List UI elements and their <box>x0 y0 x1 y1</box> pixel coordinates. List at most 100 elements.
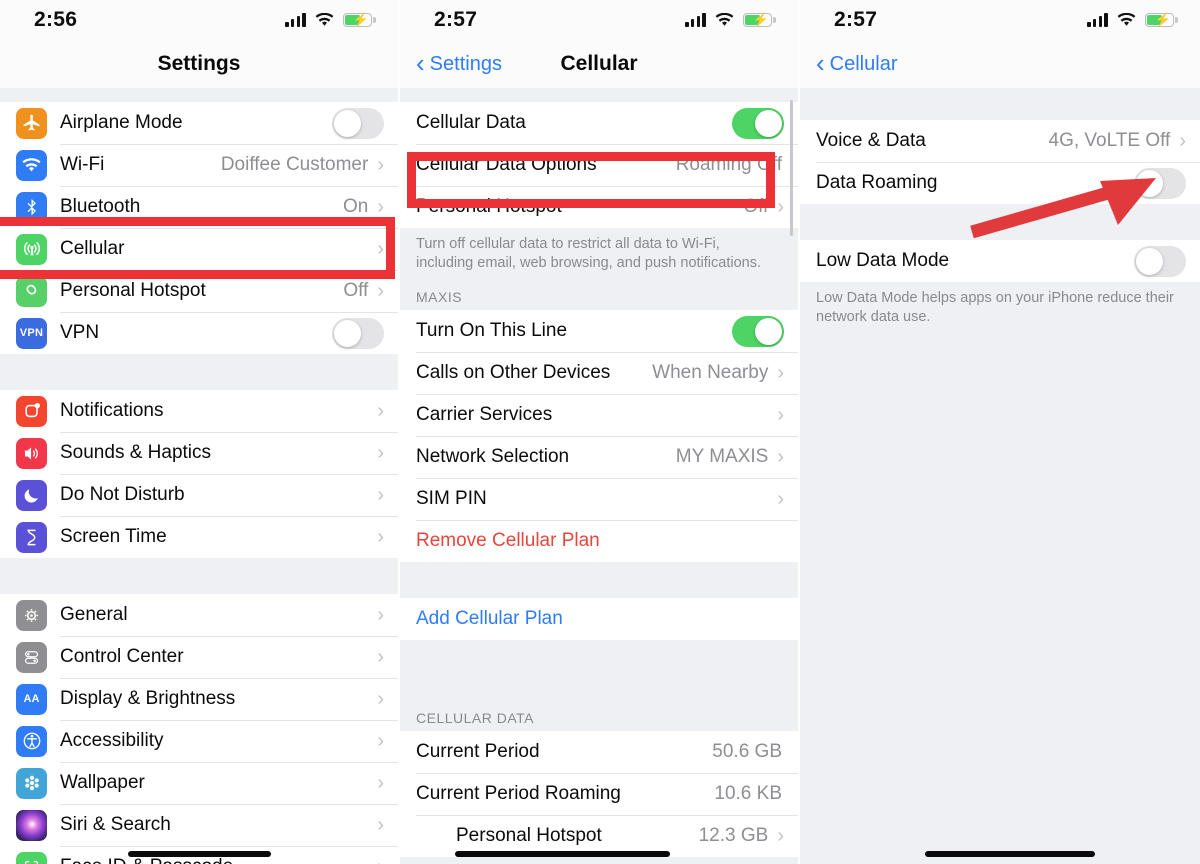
display-brightness-icon: AA <box>16 683 47 715</box>
chevron-right-icon: › <box>377 442 384 464</box>
chevron-right-icon: › <box>377 526 384 548</box>
battery-charging-icon: ⚡ <box>343 13 376 27</box>
battery-charging-icon: ⚡ <box>1145 13 1178 27</box>
row-cellular-data[interactable]: Cellular Data <box>400 102 798 144</box>
sidebar-item-do-not-disturb[interactable]: Do Not Disturb › <box>0 474 398 516</box>
row-personal-hotspot[interactable]: Personal Hotspot Off › <box>400 186 798 228</box>
chevron-right-icon: › <box>377 280 384 302</box>
sidebar-item-bluetooth[interactable]: Bluetooth On › <box>0 186 398 228</box>
cellular-scroll-area[interactable]: Cellular Data Cellular Data Options Roam… <box>400 88 798 864</box>
turn-on-this-line-toggle[interactable] <box>732 315 784 347</box>
status-time: 2:57 <box>834 8 878 31</box>
row-carrier-services[interactable]: Carrier Services › <box>400 394 798 437</box>
row-cellular-data-options[interactable]: Cellular Data Options Roaming Off <box>400 144 798 186</box>
sidebar-item-wifi[interactable]: Wi-Fi Doiffee Customer › <box>0 144 398 186</box>
chevron-right-icon: › <box>777 446 784 469</box>
row-remove-cellular-plan[interactable]: Remove Cellular Plan <box>400 520 798 563</box>
sidebar-item-general[interactable]: General › <box>0 594 398 636</box>
face-id-passcode-icon <box>16 851 47 864</box>
voice-data-value: 4G, VoLTE Off <box>1048 130 1171 151</box>
sidebar-item-label: Face ID & Passcode <box>60 856 377 864</box>
nav-bar-options: ‹ Cellular <box>800 40 1200 88</box>
low-data-mode-toggle[interactable] <box>1134 245 1186 277</box>
group-spacer-1 <box>0 354 398 390</box>
sidebar-item-vpn[interactable]: VPN VPN <box>0 312 398 354</box>
sidebar-item-control-center[interactable]: Control Center › <box>0 636 398 678</box>
options-group-voice-data: Voice & Data 4G, VoLTE Off › Data Roamin… <box>800 120 1200 204</box>
cellular-signal-icon <box>1087 13 1108 27</box>
nav-bar-cellular: ‹ Settings Cellular <box>400 40 798 88</box>
chevron-right-icon: › <box>777 825 784 848</box>
chevron-left-icon: ‹ <box>816 48 825 78</box>
top-spacer <box>0 88 398 102</box>
row-data-roaming[interactable]: Data Roaming <box>800 162 1200 204</box>
cellular-data-toggle[interactable] <box>732 107 784 139</box>
do-not-disturb-icon <box>16 479 47 511</box>
sounds-haptics-icon <box>16 437 47 469</box>
sidebar-item-cellular[interactable]: Cellular › <box>0 228 398 270</box>
back-button-cellular[interactable]: ‹ Cellular <box>816 40 897 88</box>
scroll-indicator[interactable] <box>790 100 793 236</box>
sidebar-item-siri-search[interactable]: Siri & Search › <box>0 804 398 846</box>
siri-search-icon <box>16 809 47 841</box>
cellular-data-footer-text: Turn off cellular data to restrict all d… <box>400 228 798 284</box>
row-label: Cellular Data <box>416 112 526 133</box>
row-current-period-roaming[interactable]: Current Period Roaming 10.6 KB <box>400 773 798 816</box>
row-label: Carrier Services <box>416 404 553 426</box>
sidebar-item-notifications[interactable]: Notifications › <box>0 390 398 432</box>
cellular-group-line: Turn On This Line Calls on Other Devices… <box>400 310 798 563</box>
sidebar-item-airplane-mode[interactable]: Airplane Mode <box>0 102 398 144</box>
row-sim-pin[interactable]: SIM PIN › <box>400 478 798 521</box>
sidebar-item-label: Wallpaper <box>60 772 145 793</box>
row-label: Cellular Data Options <box>416 154 597 175</box>
wifi-icon <box>1117 13 1136 27</box>
panel-cellular-data-options: 2:57 ⚡ ‹ Cellular Voice & Data 4G, VoLTE… <box>800 0 1200 864</box>
cellular-signal-icon <box>285 13 306 27</box>
status-icons: ⚡ <box>1087 13 1178 27</box>
row-network-selection[interactable]: Network Selection MY MAXIS › <box>400 436 798 479</box>
row-current-period[interactable]: Current Period 50.6 GB <box>400 731 798 774</box>
sidebar-item-screen-time[interactable]: Screen Time › <box>0 516 398 558</box>
status-bar-settings: 2:56 ⚡ <box>0 0 398 40</box>
chevron-right-icon: › <box>777 488 784 511</box>
row-calls-on-other-devices[interactable]: Calls on Other Devices When Nearby › <box>400 352 798 395</box>
sidebar-item-display-brightness[interactable]: AA Display & Brightness › <box>0 678 398 720</box>
section-header-maxis: MAXIS <box>400 283 798 311</box>
row-label: Current Period <box>416 741 540 763</box>
hotspot-usage-value: 12.3 GB <box>698 825 769 847</box>
sidebar-item-sounds-haptics[interactable]: Sounds & Haptics › <box>0 432 398 474</box>
sidebar-item-personal-hotspot[interactable]: Personal Hotspot Off › <box>0 270 398 312</box>
row-add-cellular-plan[interactable]: Add Cellular Plan <box>400 598 798 641</box>
vpn-toggle[interactable] <box>332 317 384 349</box>
sidebar-item-accessibility[interactable]: Accessibility › <box>0 720 398 762</box>
data-roaming-toggle[interactable] <box>1134 167 1186 199</box>
row-turn-on-this-line[interactable]: Turn On This Line <box>400 310 798 353</box>
page-title: Cellular <box>560 52 638 75</box>
options-scroll-area[interactable]: Voice & Data 4G, VoLTE Off › Data Roamin… <box>800 88 1200 864</box>
chevron-right-icon: › <box>377 688 384 710</box>
personal-hotspot-state-value: Off <box>743 196 769 217</box>
row-label: Data Roaming <box>816 172 938 193</box>
sidebar-item-label: Airplane Mode <box>60 112 183 133</box>
row-voice-and-data[interactable]: Voice & Data 4G, VoLTE Off › <box>800 120 1200 162</box>
chevron-right-icon: › <box>377 604 384 626</box>
wifi-icon <box>16 149 47 181</box>
sidebar-item-label: Wi-Fi <box>60 154 105 175</box>
sidebar-item-label: Bluetooth <box>60 196 141 217</box>
airplane-mode-toggle[interactable] <box>332 107 384 139</box>
control-center-icon <box>16 641 47 673</box>
settings-scroll-area[interactable]: Airplane Mode Wi-Fi Doiffee Customer › B… <box>0 88 398 864</box>
chevron-right-icon: › <box>377 484 384 506</box>
cellular-signal-icon <box>685 13 706 27</box>
notifications-icon <box>16 395 47 427</box>
sidebar-item-wallpaper[interactable]: Wallpaper › <box>0 762 398 804</box>
group-spacer-5 <box>800 204 1200 240</box>
sidebar-item-label: Screen Time <box>60 526 167 547</box>
row-label: Network Selection <box>416 446 570 468</box>
chevron-right-icon: › <box>377 400 384 422</box>
options-group-low-data: Low Data Mode <box>800 240 1200 282</box>
row-low-data-mode[interactable]: Low Data Mode <box>800 240 1200 282</box>
wifi-network-value: Doiffee Customer <box>220 154 369 175</box>
wifi-icon <box>315 13 334 27</box>
row-label: Current Period Roaming <box>416 783 621 805</box>
